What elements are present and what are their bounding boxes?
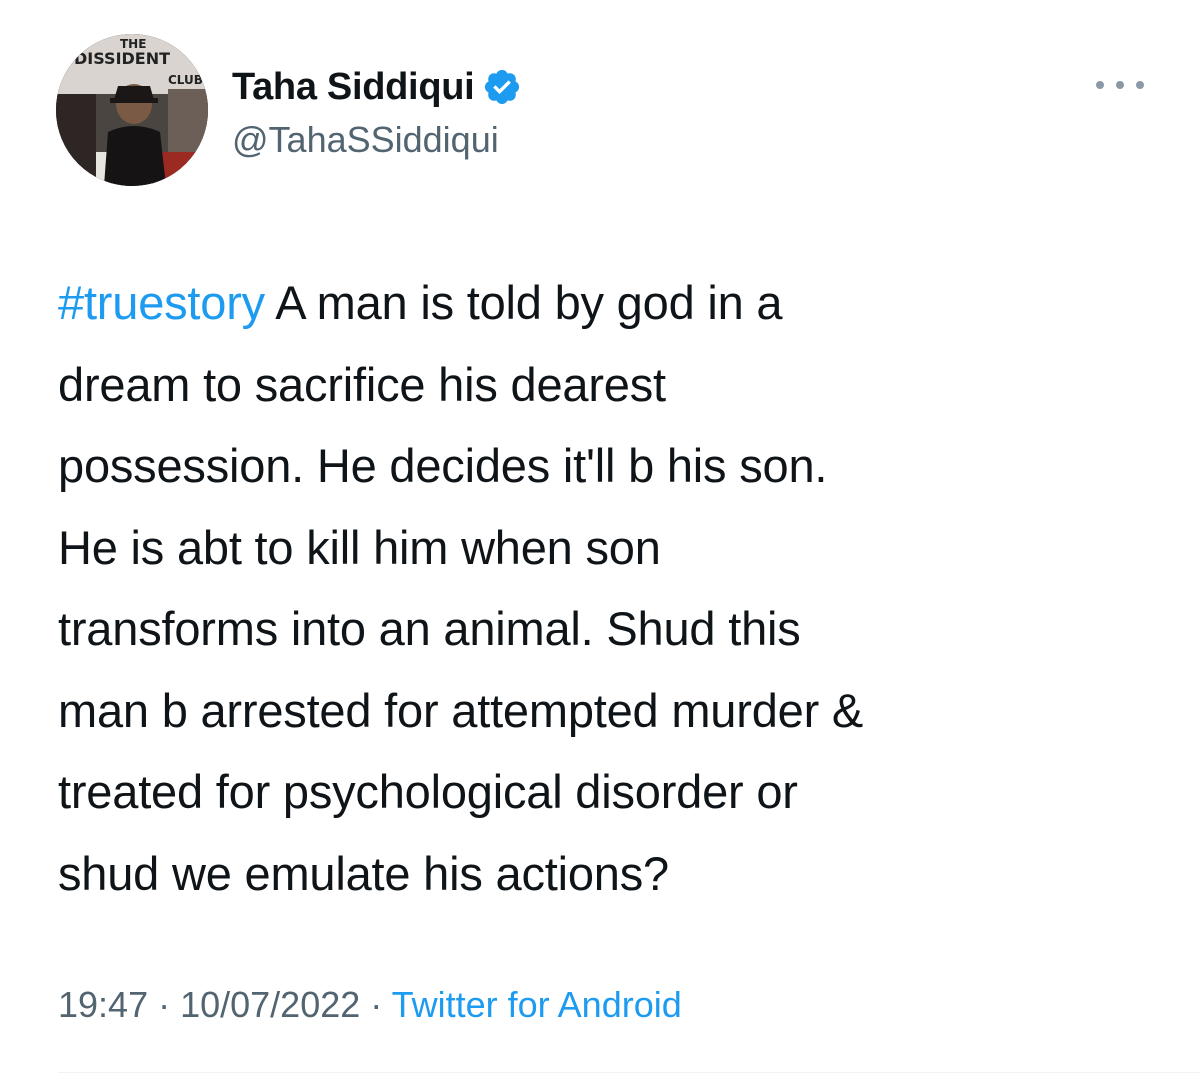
author-handle[interactable]: @TahaSSiddiqui [232, 118, 499, 162]
more-options-icon-dot [1136, 81, 1144, 89]
tweet-line: dream to sacrifice his dearest [58, 357, 666, 411]
meta-separator: · [148, 984, 181, 1025]
tweet-line: transforms into an animal. Shud this [58, 602, 801, 655]
avatar-sign-line-3: CLUB [168, 73, 203, 87]
meta-separator: · [360, 984, 392, 1025]
tweet-text: #truestory A man is told by god in a dre… [58, 262, 1168, 914]
author-name-row[interactable]: Taha Siddiqui [232, 64, 522, 110]
verified-badge-icon [482, 67, 522, 107]
tweet-time[interactable]: 19:47 [58, 984, 148, 1025]
avatar-photo: THE DISSIDENT CLUB [56, 34, 208, 186]
author-display-name[interactable]: Taha Siddiqui [232, 64, 475, 110]
avatar-sign-line-2: DISSIDENT [74, 49, 170, 68]
tweet-source-link[interactable]: Twitter for Android [392, 984, 682, 1025]
tweet-line-1-text: A man is told by god in a [264, 276, 783, 329]
more-options-icon [1096, 81, 1104, 89]
divider [58, 1072, 1200, 1073]
hashtag-link[interactable]: #truestory [58, 276, 265, 329]
more-options-button[interactable] [1096, 70, 1144, 100]
tweet-meta: 19:47 · 10/07/2022 · Twitter for Android [58, 980, 682, 1030]
tweet-line: man b arrested for attempted murder & [58, 683, 864, 737]
tweet-date[interactable]: 10/07/2022 [180, 984, 360, 1025]
tweet-line-1: #truestory A man is told by god in a [58, 262, 1168, 344]
avatar[interactable]: THE DISSIDENT CLUB [56, 34, 208, 186]
tweet-line: treated for psychological disorder or [58, 765, 798, 818]
tweet-line: He is abt to kill him when son [58, 520, 661, 574]
more-options-icon-dot [1116, 81, 1124, 89]
tweet-line: possession. He decides it'll b his son. [58, 439, 828, 492]
tweet-line: shud we emulate his actions? [58, 846, 669, 900]
